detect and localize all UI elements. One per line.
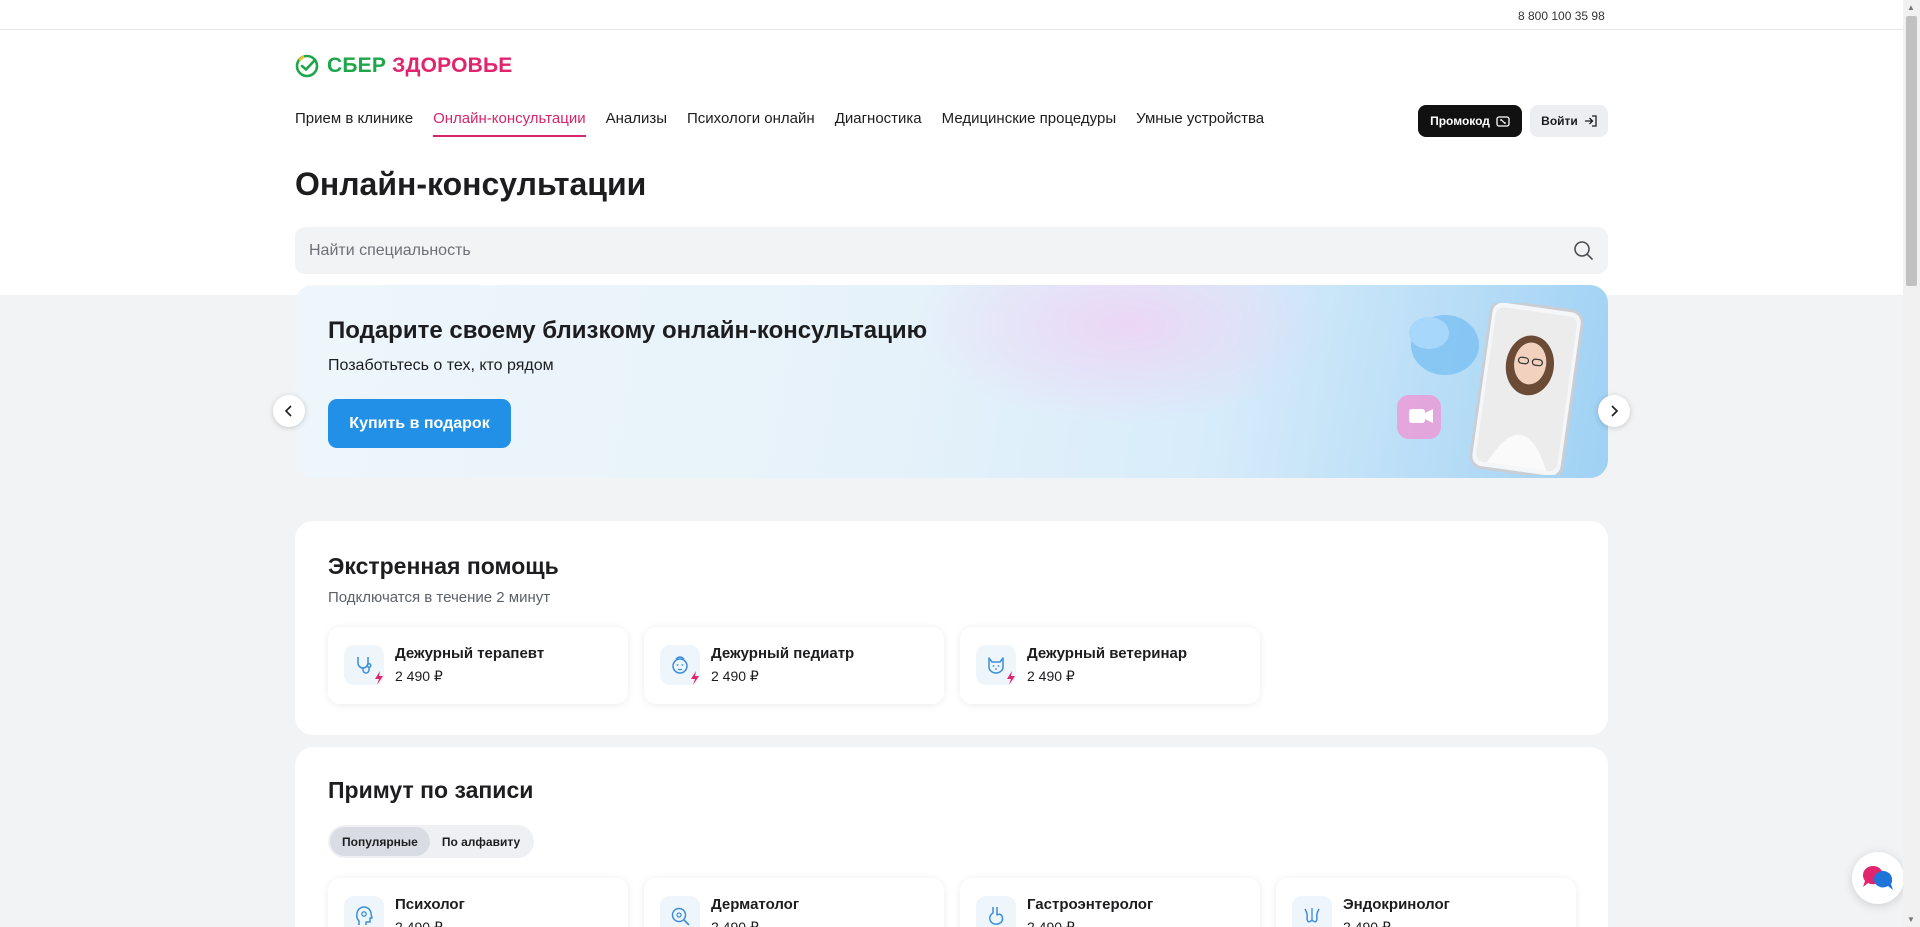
search-icon[interactable] — [1573, 240, 1594, 261]
tile-name: Эндокринолог — [1343, 896, 1450, 913]
tile-price: 2 490 ₽ — [1027, 919, 1075, 927]
nav-item-psychologists[interactable]: Психологи онлайн — [687, 110, 815, 137]
tile-price: 2 490 ₽ — [711, 668, 759, 684]
promo-code-label: Промокод — [1430, 114, 1490, 128]
emergency-tile-therapist[interactable]: Дежурный терапевт 2 490 ₽ — [328, 627, 628, 704]
tile-name: Психолог — [395, 896, 465, 913]
stomach-icon — [976, 896, 1016, 927]
thyroid-icon — [1292, 896, 1332, 927]
tile-name: Дерматолог — [711, 896, 800, 913]
login-button[interactable]: Войти — [1530, 105, 1608, 137]
chat-bubbles-icon — [1862, 866, 1893, 890]
emergency-section: Экстренная помощь Подключатся в течение … — [295, 521, 1608, 735]
promo-banner[interactable]: Подарите своему близкому онлайн-консульт… — [295, 285, 1608, 478]
emergency-tile-veterinarian[interactable]: Дежурный ветеринар 2 490 ₽ — [960, 627, 1260, 704]
search-input[interactable] — [295, 227, 1535, 274]
tile-name: Гастроэнтеролог — [1027, 896, 1154, 913]
nav-item-online-consultations[interactable]: Онлайн-консультации — [433, 110, 586, 137]
logo-text-zdorovie: ЗДОРОВЬЕ — [392, 54, 513, 77]
bolt-icon — [691, 671, 699, 685]
magnifier-skin-icon — [660, 896, 700, 927]
tile-name: Дежурный педиатр — [711, 645, 855, 662]
banner-title: Подарите своему близкому онлайн-консульт… — [328, 317, 928, 344]
head-icon — [344, 896, 384, 927]
appointment-section: Примут по записи Популярные По алфавиту … — [295, 747, 1608, 927]
top-bar: 8 800 100 35 98 — [0, 0, 1920, 30]
main-nav: Прием в клинике Онлайн-консультации Анал… — [295, 110, 1264, 137]
nav-item-smart-devices[interactable]: Умные устройства — [1136, 110, 1264, 137]
specialty-tile-endocrinologist[interactable]: Эндокринолог 2 490 ₽ — [1276, 878, 1576, 927]
chat-widget-button[interactable] — [1852, 852, 1904, 904]
nav-item-diagnostics[interactable]: Диагностика — [835, 110, 922, 137]
phone-number[interactable]: 8 800 100 35 98 — [1518, 9, 1605, 23]
ticket-icon — [1496, 115, 1510, 127]
banner-subtitle: Позаботьтесь о тех, кто рядом — [328, 357, 554, 374]
logo-text-sber: СБЕР — [327, 54, 387, 77]
chevron-right-icon — [1611, 405, 1619, 417]
tab-alphabetical[interactable]: По алфавиту — [430, 827, 532, 856]
login-arrow-icon — [1584, 115, 1597, 127]
tab-popular[interactable]: Популярные — [330, 827, 430, 856]
carousel-prev-button[interactable] — [273, 395, 305, 427]
header: СБЕР ЗДОРОВЬЕ Прием в клинике Онлайн-кон… — [0, 30, 1920, 295]
tile-price: 2 490 ₽ — [395, 668, 443, 684]
bolt-icon — [1007, 671, 1015, 685]
appointment-title: Примут по записи — [328, 777, 534, 803]
search-bar — [295, 227, 1608, 274]
scrollbar-thumb[interactable] — [1906, 16, 1917, 286]
sort-tabs: Популярные По алфавиту — [328, 825, 535, 858]
banner-glow — [915, 285, 1335, 425]
login-label: Войти — [1541, 114, 1578, 128]
page-scrollbar[interactable]: ▲ ▼ — [1903, 0, 1920, 927]
specialty-tile-psychologist[interactable]: Психолог 2 490 ₽ — [328, 878, 628, 927]
tile-price: 2 490 ₽ — [711, 919, 759, 927]
carousel-next-button[interactable] — [1598, 395, 1630, 427]
nav-item-clinic[interactable]: Прием в клинике — [295, 110, 413, 137]
tile-name: Дежурный терапевт — [395, 645, 545, 662]
bolt-icon — [375, 671, 383, 685]
chevron-left-icon — [284, 405, 292, 417]
specialty-tile-gastroenterologist[interactable]: Гастроэнтеролог 2 490 ₽ — [960, 878, 1260, 927]
phone-illustration — [1397, 303, 1584, 475]
emergency-tile-pediatrician[interactable]: Дежурный педиатр 2 490 ₽ — [644, 627, 944, 704]
scroll-up-arrow-icon[interactable]: ▲ — [1907, 3, 1915, 12]
logo[interactable]: СБЕР ЗДОРОВЬЕ — [295, 54, 513, 78]
tile-price: 2 490 ₽ — [1027, 668, 1075, 684]
page-title: Онлайн-консультации — [295, 166, 647, 202]
sber-logo-icon — [295, 54, 319, 78]
scroll-down-arrow-icon[interactable]: ▼ — [1907, 915, 1915, 924]
logo-text: СБЕР ЗДОРОВЬЕ — [327, 54, 513, 78]
buy-gift-button[interactable]: Купить в подарок — [328, 399, 511, 448]
tile-price: 2 490 ₽ — [1343, 919, 1391, 927]
nav-item-procedures[interactable]: Медицинские процедуры — [942, 110, 1116, 137]
promo-code-button[interactable]: Промокод — [1418, 105, 1522, 137]
nav-item-analyses[interactable]: Анализы — [606, 110, 667, 137]
emergency-title: Экстренная помощь — [328, 553, 559, 579]
tile-name: Дежурный ветеринар — [1027, 645, 1188, 662]
specialty-tile-dermatologist[interactable]: Дерматолог 2 490 ₽ — [644, 878, 944, 927]
emergency-subtitle: Подключатся в течение 2 минут — [328, 589, 551, 606]
tile-price: 2 490 ₽ — [395, 919, 443, 927]
